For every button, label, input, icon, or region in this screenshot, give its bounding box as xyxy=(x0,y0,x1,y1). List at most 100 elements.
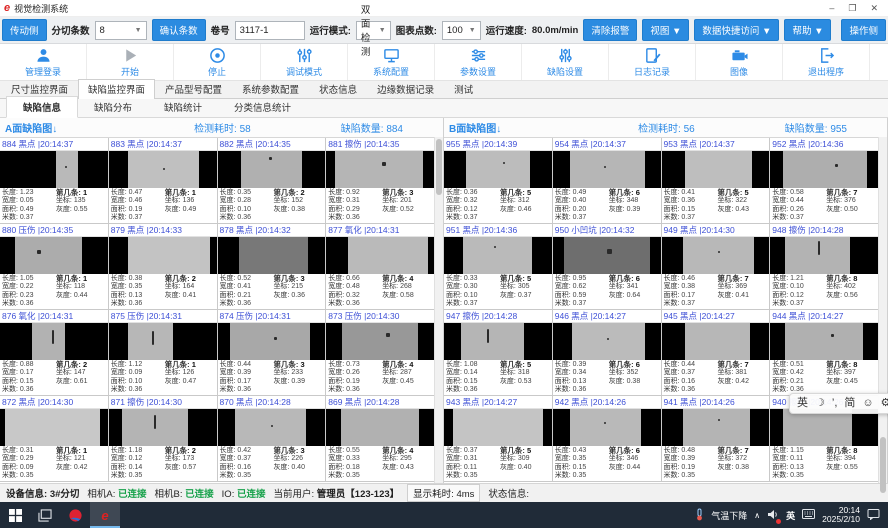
defect-cell[interactable]: 948 擦伤 |20:14:28 长度: 1.21 宽度: 0.10 面积: 0… xyxy=(770,224,879,310)
defect-cell[interactable]: 944 黑点 |20:14:27 长度: 0.51 宽度: 0.42 面积: 0… xyxy=(770,310,879,396)
taskbar-app-icon[interactable] xyxy=(60,502,90,528)
defect-info: 长度: 1.23 宽度: 0.05 面积: 0.49 米数: 0.37 第几条:… xyxy=(0,188,108,222)
notification-center-icon[interactable] xyxy=(867,508,880,522)
defect-info: 长度: 1.21 宽度: 0.10 面积: 0.12 米数: 0.37 第几条:… xyxy=(770,274,878,308)
ime-emoji-icon[interactable]: ☺ xyxy=(862,398,873,409)
task-view-button[interactable] xyxy=(30,502,60,528)
main-tab-3[interactable]: 系统参数配置 xyxy=(232,79,309,98)
defect-thumbnail xyxy=(109,237,217,274)
defect-cell[interactable]: 943 黑点 |20:14:27 长度: 0.37 宽度: 0.31 面积: 0… xyxy=(444,396,553,482)
minimize-button[interactable]: – xyxy=(829,3,834,14)
main-tab-2[interactable]: 产品型号配置 xyxy=(155,79,232,98)
debug-mode-button[interactable]: 调试模式 xyxy=(261,44,348,80)
defect-cell[interactable]: 949 黑点 |20:14:30 长度: 0.46 宽度: 0.38 面积: 0… xyxy=(662,224,771,310)
defect-settings-button[interactable]: 缺陷设置 xyxy=(522,44,609,80)
defect-cell[interactable]: 878 黑点 |20:14:32 长度: 0.52 宽度: 0.41 面积: 0… xyxy=(218,224,327,310)
defect-cell[interactable]: 955 黑点 |20:14:39 长度: 0.36 宽度: 0.32 面积: 0… xyxy=(444,138,553,224)
defect-cell[interactable]: 950 小凹坑 |20:14:32 长度: 0.95 宽度: 0.62 面积: … xyxy=(553,224,662,310)
defect-mark xyxy=(494,246,496,248)
operate-side-button[interactable]: 操作侧 xyxy=(841,19,886,41)
defect-cell[interactable]: 884 黑点 |20:14:37 长度: 1.23 宽度: 0.05 面积: 0… xyxy=(0,138,109,224)
exit-program-button[interactable]: 退出程序 xyxy=(783,44,870,80)
clear-alarm-button[interactable]: 清除报警 xyxy=(583,19,637,41)
admin-login-button[interactable]: 管理登录 xyxy=(0,44,87,80)
tray-expand-chevron[interactable]: ∧ xyxy=(754,511,760,520)
panel-b-scrollbar[interactable] xyxy=(878,137,887,483)
ime-mode-icon[interactable]: ☽ xyxy=(815,398,825,409)
defect-info: 长度: 1.05 宽度: 0.22 面积: 0.23 米数: 0.36 第几条:… xyxy=(0,274,108,308)
main-tab-5[interactable]: 边缘数据记录 xyxy=(367,79,444,98)
quick-access-menu-button[interactable]: 数据快捷访问 ▼ xyxy=(694,19,779,41)
ime-language-indicator[interactable]: 英 xyxy=(786,509,795,522)
defect-info: 长度: 1.18 宽度: 0.12 面积: 0.14 米数: 0.35 第几条:… xyxy=(109,446,217,480)
chart-points-select[interactable]: 100▼ xyxy=(442,21,481,40)
defect-info: 长度: 0.88 宽度: 0.17 面积: 0.15 米数: 0.36 第几条:… xyxy=(0,360,108,394)
run-mode-select[interactable]: 双面检测▼ xyxy=(356,21,391,40)
defect-cell-header: 881 擦伤 |20:14:35 xyxy=(326,138,434,151)
defect-cell[interactable]: 946 黑点 |20:14:27 长度: 0.39 宽度: 0.34 面积: 0… xyxy=(553,310,662,396)
defect-thumbnail xyxy=(326,237,434,274)
defect-cell[interactable]: 945 黑点 |20:14:27 长度: 0.44 宽度: 0.37 面积: 0… xyxy=(662,310,771,396)
start-menu-button[interactable] xyxy=(0,502,30,528)
main-tab-6[interactable]: 测试 xyxy=(444,79,483,98)
parameter-settings-button[interactable]: 参数设置 xyxy=(435,44,522,80)
log-record-button[interactable]: 日志记录 xyxy=(609,44,696,80)
start-button[interactable]: 开始 xyxy=(87,44,174,80)
defect-cell[interactable]: 882 黑点 |20:14:35 长度: 0.35 宽度: 0.28 面积: 0… xyxy=(218,138,327,224)
ime-lang-button[interactable]: 英 xyxy=(797,398,808,409)
close-button[interactable]: ✕ xyxy=(870,3,878,14)
defect-cell[interactable]: 877 氧化 |20:14:31 长度: 0.66 宽度: 0.48 面积: 0… xyxy=(326,224,435,310)
defect-cell[interactable]: 874 压伤 |20:14:31 长度: 0.44 宽度: 0.39 面积: 0… xyxy=(218,310,327,396)
touch-keyboard-icon[interactable] xyxy=(802,509,815,521)
sub-tab-0[interactable]: 缺陷信息 xyxy=(6,96,78,118)
main-tab-4[interactable]: 状态信息 xyxy=(309,79,367,98)
defect-cell[interactable]: 954 黑点 |20:14:37 长度: 0.49 宽度: 0.40 面积: 0… xyxy=(553,138,662,224)
defect-cell[interactable]: 870 黑点 |20:14:28 长度: 0.42 宽度: 0.37 面积: 0… xyxy=(218,396,327,482)
defect-cell[interactable]: 875 压伤 |20:14:31 长度: 1.12 宽度: 0.09 面积: 0… xyxy=(109,310,218,396)
main-tab-1[interactable]: 缺陷监控界面 xyxy=(78,79,155,99)
stop-button[interactable]: 停止 xyxy=(174,44,261,80)
image-button[interactable]: 图像 xyxy=(696,44,783,80)
ime-punctuation-button[interactable]: ’, xyxy=(832,398,838,409)
scrollbar-thumb[interactable] xyxy=(880,437,886,493)
defect-cell[interactable]: 872 黑点 |20:14:30 长度: 0.31 宽度: 0.29 面积: 0… xyxy=(0,396,109,482)
defect-cell[interactable]: 881 擦伤 |20:14:35 长度: 0.92 宽度: 0.31 面积: 0… xyxy=(326,138,435,224)
slit-count-select[interactable]: 8▼ xyxy=(95,21,147,40)
ime-simplified-button[interactable]: 简 xyxy=(844,398,855,409)
scrollbar-thumb[interactable] xyxy=(436,139,442,195)
view-menu-button[interactable]: 视图 ▼ xyxy=(642,19,689,41)
defect-cell[interactable]: 951 黑点 |20:14:36 长度: 0.33 宽度: 0.30 面积: 0… xyxy=(444,224,553,310)
sub-tab-1[interactable]: 缺陷分布 xyxy=(78,97,148,117)
roll-number-input[interactable]: 3117-1 xyxy=(235,21,305,40)
defect-cell[interactable]: 879 黑点 |20:14:33 长度: 0.38 宽度: 0.35 面积: 0… xyxy=(109,224,218,310)
taskbar-active-app-icon[interactable]: e xyxy=(90,502,120,528)
defect-cell[interactable]: 953 黑点 |20:14:37 长度: 0.41 宽度: 0.36 面积: 0… xyxy=(662,138,771,224)
defect-cell[interactable]: 873 压伤 |20:14:30 长度: 0.73 宽度: 0.26 面积: 0… xyxy=(326,310,435,396)
drive-side-button[interactable]: 传动侧 xyxy=(2,19,47,41)
confirm-count-button[interactable]: 确认条数 xyxy=(152,19,206,41)
defect-image-strip xyxy=(570,151,645,188)
defect-cell[interactable]: 952 黑点 |20:14:36 长度: 0.58 宽度: 0.44 面积: 0… xyxy=(770,138,879,224)
sub-tab-2[interactable]: 缺陷统计 xyxy=(148,97,218,117)
defect-cell[interactable]: 871 擦伤 |20:14:30 长度: 1.18 宽度: 0.12 面积: 0… xyxy=(109,396,218,482)
defect-info: 长度: 0.95 宽度: 0.62 面积: 0.59 米数: 0.37 第几条:… xyxy=(553,274,661,308)
weather-news-text[interactable]: 气温下降 xyxy=(711,509,747,522)
defect-image-strip xyxy=(56,151,78,188)
thermometer-icon[interactable] xyxy=(695,508,704,523)
defect-cell[interactable]: 883 黑点 |20:14:37 长度: 0.47 宽度: 0.46 面积: 0… xyxy=(109,138,218,224)
ime-settings-icon[interactable]: ⚙ xyxy=(881,398,888,409)
defect-cell[interactable]: 876 氧化 |20:14:31 长度: 0.88 宽度: 0.17 面积: 0… xyxy=(0,310,109,396)
volume-icon[interactable] xyxy=(767,509,779,522)
panel-a-scrollbar[interactable] xyxy=(434,137,443,483)
defect-cell[interactable]: 941 黑点 |20:14:26 长度: 0.48 宽度: 0.39 面积: 0… xyxy=(662,396,771,482)
defect-info: 长度: 0.92 宽度: 0.31 面积: 0.29 米数: 0.36 第几条:… xyxy=(326,188,434,222)
defect-cell[interactable]: 947 擦伤 |20:14:28 长度: 1.08 宽度: 0.14 面积: 0… xyxy=(444,310,553,396)
defect-cell[interactable]: 880 压伤 |20:14:35 长度: 1.05 宽度: 0.22 面积: 0… xyxy=(0,224,109,310)
taskbar: e 气温下降 ∧ 英 20:14 2025/2/10 xyxy=(0,502,888,528)
defect-cell[interactable]: 869 黑点 |20:14:28 长度: 0.55 宽度: 0.33 面积: 0… xyxy=(326,396,435,482)
maximize-button[interactable]: ❐ xyxy=(848,3,856,14)
defect-cell-header: 877 氧化 |20:14:31 xyxy=(326,224,434,237)
sub-tab-3[interactable]: 分类信息统计 xyxy=(218,97,307,117)
defect-cell[interactable]: 942 黑点 |20:14:26 长度: 0.43 宽度: 0.35 面积: 0… xyxy=(553,396,662,482)
help-menu-button[interactable]: 帮助 ▼ xyxy=(784,19,831,41)
